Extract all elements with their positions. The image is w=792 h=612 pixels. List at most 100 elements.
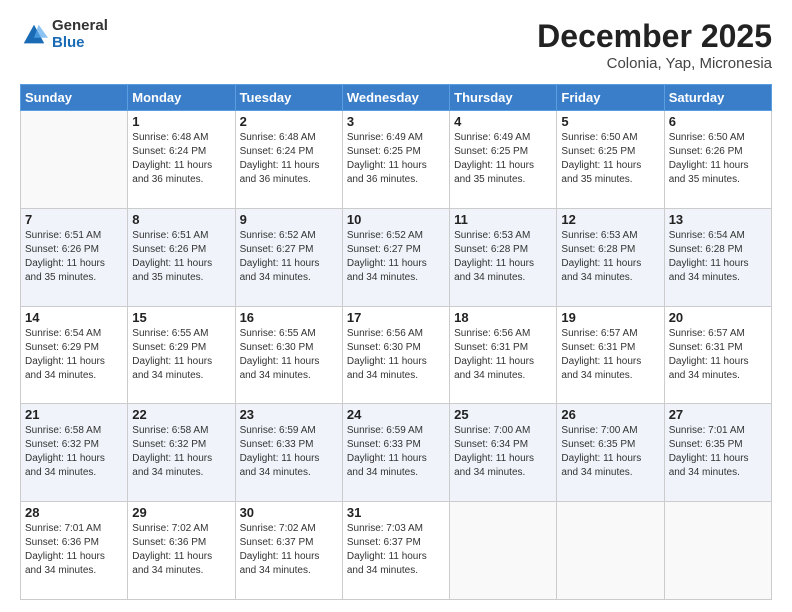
calendar-day-header: Tuesday [235, 85, 342, 111]
day-detail: Sunrise: 6:54 AMSunset: 6:28 PMDaylight:… [669, 230, 749, 283]
day-number: 7 [25, 212, 123, 227]
calendar-day-cell: 2 Sunrise: 6:48 AMSunset: 6:24 PMDayligh… [235, 111, 342, 209]
calendar-day-cell: 10 Sunrise: 6:52 AMSunset: 6:27 PMDaylig… [342, 208, 449, 306]
day-detail: Sunrise: 6:54 AMSunset: 6:29 PMDaylight:… [25, 328, 105, 381]
calendar-day-cell: 13 Sunrise: 6:54 AMSunset: 6:28 PMDaylig… [664, 208, 771, 306]
calendar-day-cell: 15 Sunrise: 6:55 AMSunset: 6:29 PMDaylig… [128, 306, 235, 404]
calendar-day-cell: 5 Sunrise: 6:50 AMSunset: 6:25 PMDayligh… [557, 111, 664, 209]
calendar-week-row: 1 Sunrise: 6:48 AMSunset: 6:24 PMDayligh… [21, 111, 772, 209]
day-number: 17 [347, 310, 445, 325]
day-number: 11 [454, 212, 552, 227]
subtitle: Colonia, Yap, Micronesia [537, 55, 772, 72]
logo-text: General Blue [52, 18, 108, 51]
day-number: 18 [454, 310, 552, 325]
day-detail: Sunrise: 7:01 AMSunset: 6:35 PMDaylight:… [669, 425, 749, 478]
day-detail: Sunrise: 6:57 AMSunset: 6:31 PMDaylight:… [669, 328, 749, 381]
day-number: 16 [240, 310, 338, 325]
day-number: 27 [669, 407, 767, 422]
day-detail: Sunrise: 6:48 AMSunset: 6:24 PMDaylight:… [240, 132, 320, 185]
day-number: 20 [669, 310, 767, 325]
logo-general: General [52, 18, 108, 35]
calendar-week-row: 7 Sunrise: 6:51 AMSunset: 6:26 PMDayligh… [21, 208, 772, 306]
day-detail: Sunrise: 6:48 AMSunset: 6:24 PMDaylight:… [132, 132, 212, 185]
calendar-day-cell [450, 502, 557, 600]
day-number: 14 [25, 310, 123, 325]
calendar-day-cell: 7 Sunrise: 6:51 AMSunset: 6:26 PMDayligh… [21, 208, 128, 306]
calendar-day-header: Friday [557, 85, 664, 111]
calendar-day-header: Thursday [450, 85, 557, 111]
day-detail: Sunrise: 6:49 AMSunset: 6:25 PMDaylight:… [347, 132, 427, 185]
day-number: 28 [25, 505, 123, 520]
day-detail: Sunrise: 7:02 AMSunset: 6:36 PMDaylight:… [132, 523, 212, 576]
calendar-day-cell: 12 Sunrise: 6:53 AMSunset: 6:28 PMDaylig… [557, 208, 664, 306]
day-detail: Sunrise: 7:03 AMSunset: 6:37 PMDaylight:… [347, 523, 427, 576]
calendar-day-header: Wednesday [342, 85, 449, 111]
day-number: 9 [240, 212, 338, 227]
day-detail: Sunrise: 6:53 AMSunset: 6:28 PMDaylight:… [454, 230, 534, 283]
logo: General Blue [20, 18, 108, 51]
day-detail: Sunrise: 6:56 AMSunset: 6:30 PMDaylight:… [347, 328, 427, 381]
day-detail: Sunrise: 7:00 AMSunset: 6:34 PMDaylight:… [454, 425, 534, 478]
calendar-day-cell: 23 Sunrise: 6:59 AMSunset: 6:33 PMDaylig… [235, 404, 342, 502]
calendar-day-cell: 25 Sunrise: 7:00 AMSunset: 6:34 PMDaylig… [450, 404, 557, 502]
calendar-day-cell: 3 Sunrise: 6:49 AMSunset: 6:25 PMDayligh… [342, 111, 449, 209]
logo-blue: Blue [52, 35, 108, 52]
calendar-day-cell [21, 111, 128, 209]
calendar-day-cell: 11 Sunrise: 6:53 AMSunset: 6:28 PMDaylig… [450, 208, 557, 306]
calendar-day-cell: 26 Sunrise: 7:00 AMSunset: 6:35 PMDaylig… [557, 404, 664, 502]
calendar-day-header: Sunday [21, 85, 128, 111]
day-detail: Sunrise: 6:52 AMSunset: 6:27 PMDaylight:… [240, 230, 320, 283]
day-number: 4 [454, 114, 552, 129]
calendar-day-cell: 17 Sunrise: 6:56 AMSunset: 6:30 PMDaylig… [342, 306, 449, 404]
day-detail: Sunrise: 6:55 AMSunset: 6:30 PMDaylight:… [240, 328, 320, 381]
calendar-day-cell: 30 Sunrise: 7:02 AMSunset: 6:37 PMDaylig… [235, 502, 342, 600]
day-number: 13 [669, 212, 767, 227]
calendar-week-row: 21 Sunrise: 6:58 AMSunset: 6:32 PMDaylig… [21, 404, 772, 502]
day-detail: Sunrise: 6:56 AMSunset: 6:31 PMDaylight:… [454, 328, 534, 381]
calendar-day-cell: 20 Sunrise: 6:57 AMSunset: 6:31 PMDaylig… [664, 306, 771, 404]
day-detail: Sunrise: 6:58 AMSunset: 6:32 PMDaylight:… [132, 425, 212, 478]
calendar-day-cell: 9 Sunrise: 6:52 AMSunset: 6:27 PMDayligh… [235, 208, 342, 306]
calendar-day-cell: 8 Sunrise: 6:51 AMSunset: 6:26 PMDayligh… [128, 208, 235, 306]
calendar-day-cell: 14 Sunrise: 6:54 AMSunset: 6:29 PMDaylig… [21, 306, 128, 404]
calendar-day-cell: 4 Sunrise: 6:49 AMSunset: 6:25 PMDayligh… [450, 111, 557, 209]
day-number: 22 [132, 407, 230, 422]
calendar-day-header: Monday [128, 85, 235, 111]
day-number: 15 [132, 310, 230, 325]
calendar-day-cell: 22 Sunrise: 6:58 AMSunset: 6:32 PMDaylig… [128, 404, 235, 502]
day-detail: Sunrise: 7:00 AMSunset: 6:35 PMDaylight:… [561, 425, 641, 478]
day-detail: Sunrise: 7:01 AMSunset: 6:36 PMDaylight:… [25, 523, 105, 576]
calendar-day-cell: 16 Sunrise: 6:55 AMSunset: 6:30 PMDaylig… [235, 306, 342, 404]
title-block: December 2025 Colonia, Yap, Micronesia [537, 18, 772, 72]
calendar-day-cell: 18 Sunrise: 6:56 AMSunset: 6:31 PMDaylig… [450, 306, 557, 404]
calendar-day-cell [557, 502, 664, 600]
day-detail: Sunrise: 6:52 AMSunset: 6:27 PMDaylight:… [347, 230, 427, 283]
calendar-day-cell: 6 Sunrise: 6:50 AMSunset: 6:26 PMDayligh… [664, 111, 771, 209]
day-number: 1 [132, 114, 230, 129]
day-number: 23 [240, 407, 338, 422]
day-detail: Sunrise: 6:59 AMSunset: 6:33 PMDaylight:… [240, 425, 320, 478]
day-number: 5 [561, 114, 659, 129]
calendar-table: SundayMondayTuesdayWednesdayThursdayFrid… [20, 84, 772, 600]
day-detail: Sunrise: 6:51 AMSunset: 6:26 PMDaylight:… [25, 230, 105, 283]
day-number: 30 [240, 505, 338, 520]
day-number: 2 [240, 114, 338, 129]
calendar-day-cell: 29 Sunrise: 7:02 AMSunset: 6:36 PMDaylig… [128, 502, 235, 600]
day-number: 10 [347, 212, 445, 227]
day-number: 21 [25, 407, 123, 422]
day-detail: Sunrise: 6:55 AMSunset: 6:29 PMDaylight:… [132, 328, 212, 381]
calendar-day-cell [664, 502, 771, 600]
calendar-day-header: Saturday [664, 85, 771, 111]
day-number: 31 [347, 505, 445, 520]
calendar-day-cell: 31 Sunrise: 7:03 AMSunset: 6:37 PMDaylig… [342, 502, 449, 600]
day-number: 19 [561, 310, 659, 325]
logo-icon [20, 21, 48, 49]
calendar-day-cell: 28 Sunrise: 7:01 AMSunset: 6:36 PMDaylig… [21, 502, 128, 600]
calendar-day-cell: 27 Sunrise: 7:01 AMSunset: 6:35 PMDaylig… [664, 404, 771, 502]
day-detail: Sunrise: 6:51 AMSunset: 6:26 PMDaylight:… [132, 230, 212, 283]
day-detail: Sunrise: 7:02 AMSunset: 6:37 PMDaylight:… [240, 523, 320, 576]
day-detail: Sunrise: 6:58 AMSunset: 6:32 PMDaylight:… [25, 425, 105, 478]
day-number: 3 [347, 114, 445, 129]
day-number: 24 [347, 407, 445, 422]
calendar-day-cell: 21 Sunrise: 6:58 AMSunset: 6:32 PMDaylig… [21, 404, 128, 502]
